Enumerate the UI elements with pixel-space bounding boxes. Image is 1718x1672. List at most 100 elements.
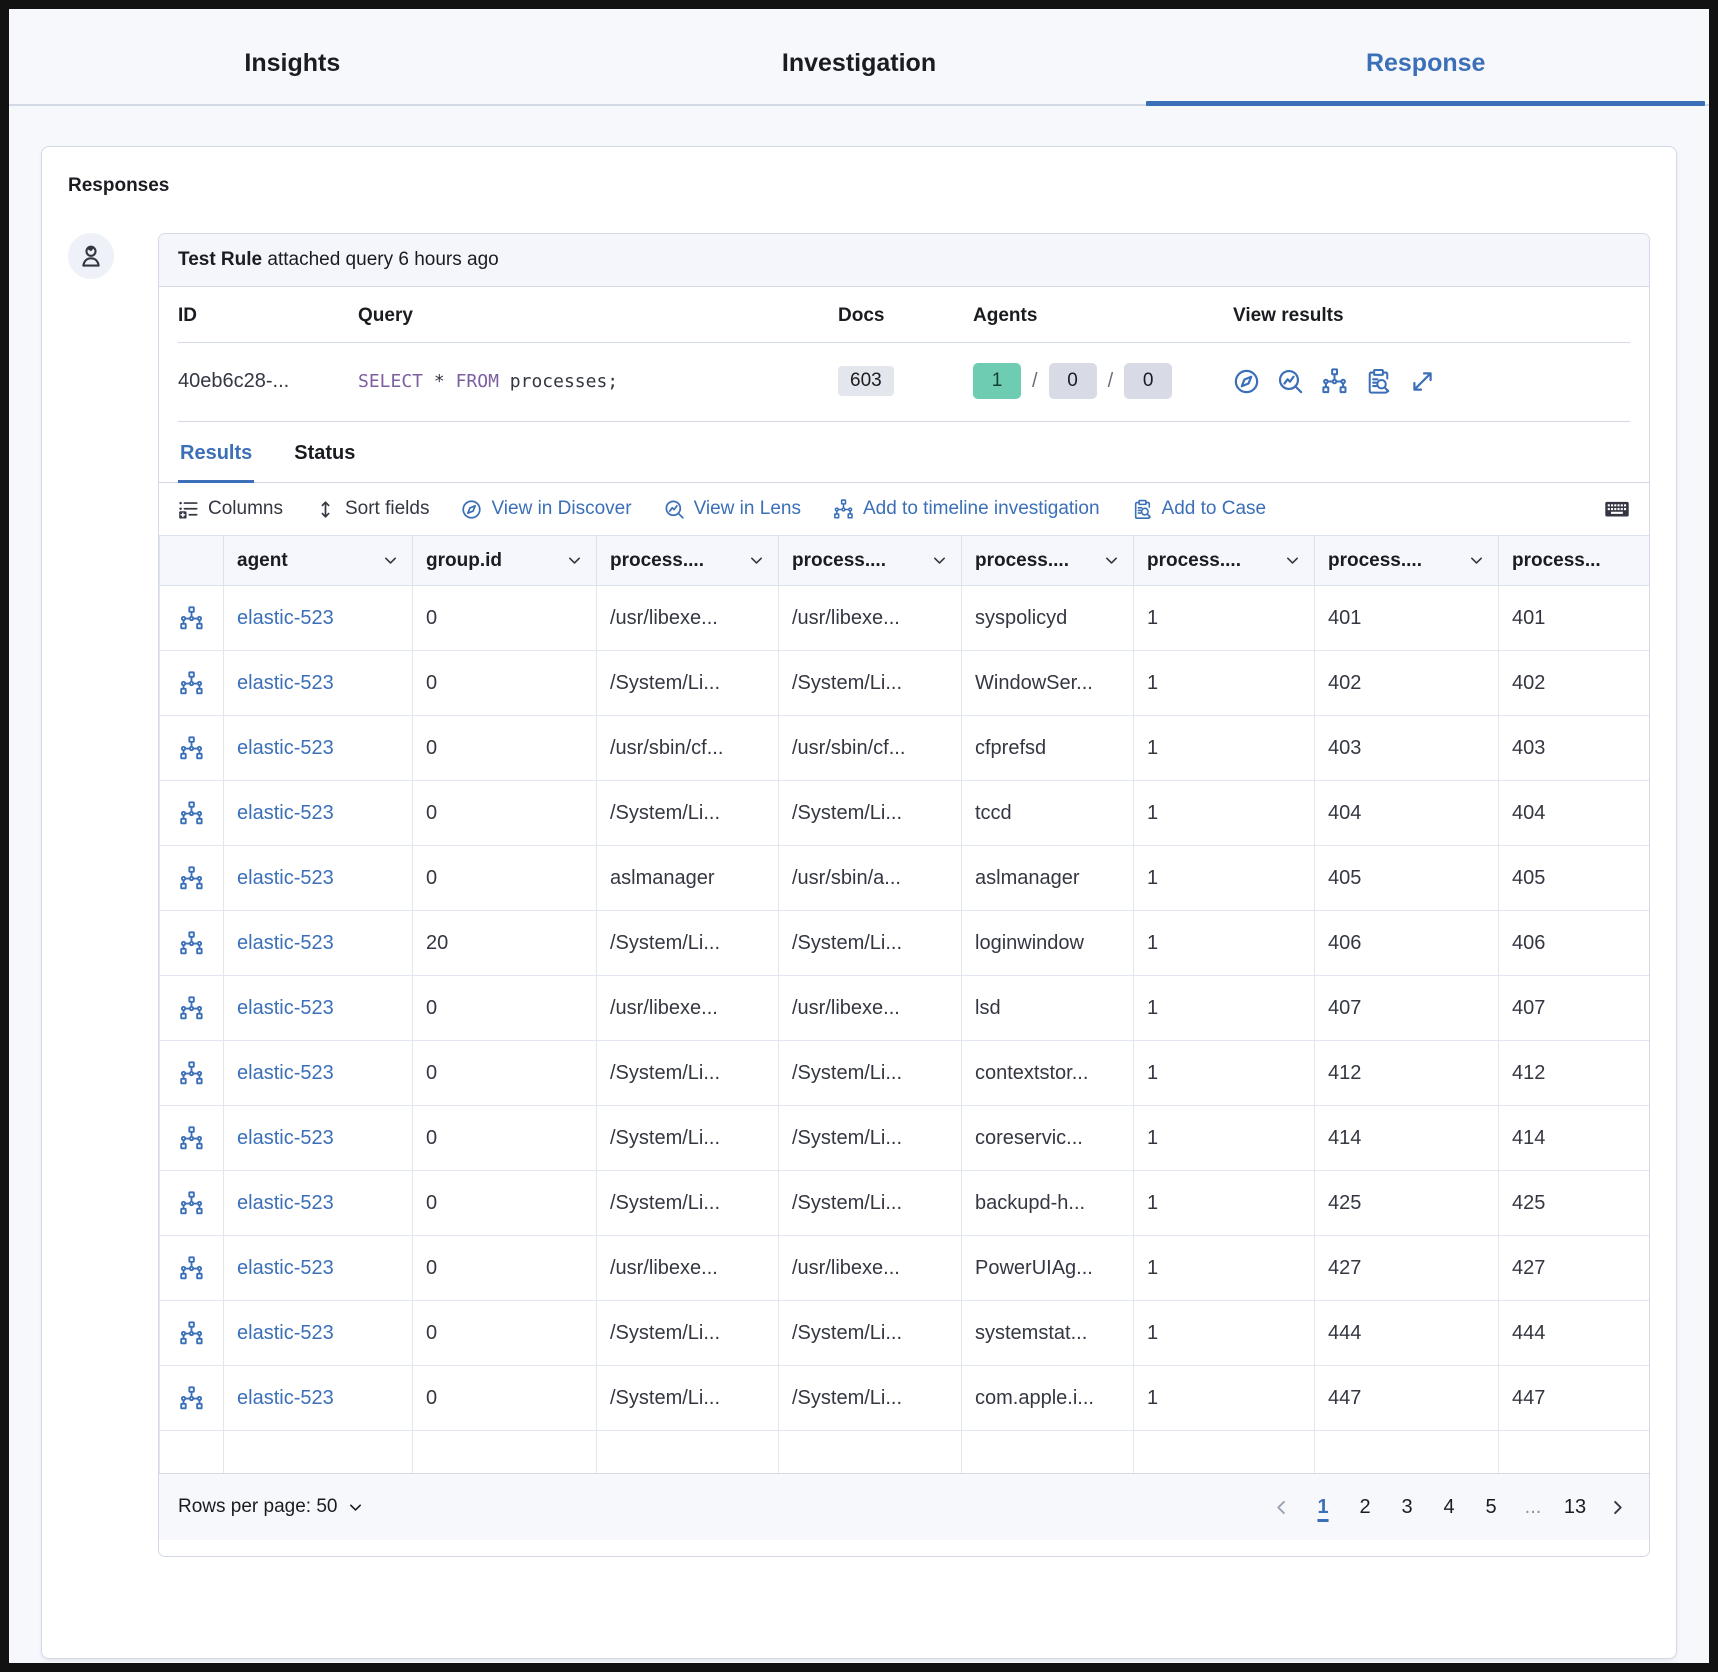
page-button-3[interactable]: 3 (1389, 1486, 1425, 1528)
open-in-timeline-cell[interactable] (160, 781, 224, 846)
agent-link[interactable]: elastic-523 (237, 997, 334, 1019)
page-button-13[interactable]: 13 (1557, 1486, 1593, 1528)
timeline-tree-icon[interactable] (179, 1256, 204, 1281)
timeline-tree-icon[interactable] (179, 866, 204, 891)
chevron-down-icon[interactable] (931, 552, 948, 569)
timeline-tree-icon[interactable] (1321, 368, 1348, 395)
cell-group-id: 0 (413, 651, 597, 716)
table-row: elastic-523 0 /System/Li... /System/Li..… (160, 1366, 1650, 1431)
table-row: elastic-523 0 /usr/sbin/cf... /usr/sbin/… (160, 716, 1650, 781)
cell-process-4: 1 (1134, 1041, 1315, 1106)
col-label-id: ID (178, 305, 358, 327)
tab-response[interactable]: Response (1142, 9, 1709, 104)
grid-header-process-4[interactable]: process.... (1134, 536, 1315, 586)
timeline-tree-icon[interactable] (179, 671, 204, 696)
grid-header-process-1[interactable]: process.... (597, 536, 779, 586)
lens-icon[interactable] (1277, 368, 1304, 395)
add-to-timeline-label: Add to timeline investigation (863, 498, 1100, 520)
agent-link[interactable]: elastic-523 (237, 1322, 334, 1344)
grid-header-process-5[interactable]: process.... (1315, 536, 1499, 586)
open-in-timeline-cell[interactable] (160, 1171, 224, 1236)
grid-header-process-6[interactable]: process... (1499, 536, 1650, 586)
chevron-down-icon[interactable] (748, 552, 765, 569)
cell-process-5: 406 (1315, 911, 1499, 976)
view-in-lens-button[interactable]: View in Lens (664, 498, 801, 520)
agent-link[interactable]: elastic-523 (237, 1192, 334, 1214)
responses-title: Responses (68, 175, 1650, 197)
chevron-down-icon[interactable] (382, 552, 399, 569)
agent-link[interactable]: elastic-523 (237, 802, 334, 824)
col-label-docs: Docs (838, 305, 973, 327)
cell-process-1: /System/Li... (597, 1171, 779, 1236)
cell-process-2: /System/Li... (779, 781, 962, 846)
timeline-tree-icon[interactable] (179, 736, 204, 761)
columns-button[interactable]: Columns (178, 498, 283, 520)
open-in-timeline-cell[interactable] (160, 716, 224, 781)
timeline-tree-icon[interactable] (179, 1126, 204, 1151)
open-in-timeline-cell[interactable] (160, 846, 224, 911)
grid-header-agent[interactable]: agent (224, 536, 413, 586)
next-page-button[interactable] (1599, 1486, 1635, 1528)
rows-per-page-button[interactable]: Rows per page: 50 (178, 1496, 364, 1518)
page-button-1[interactable]: 1 (1305, 1486, 1341, 1528)
grid-header-process-2[interactable]: process.... (779, 536, 962, 586)
open-in-timeline-cell[interactable] (160, 1106, 224, 1171)
agent-link[interactable]: elastic-523 (237, 1062, 334, 1084)
open-in-timeline-cell[interactable] (160, 1236, 224, 1301)
cell-process-5: 414 (1315, 1106, 1499, 1171)
tab-results[interactable]: Results (178, 422, 254, 482)
open-in-timeline-cell[interactable] (160, 976, 224, 1041)
previous-page-button[interactable] (1263, 1486, 1299, 1528)
chevron-down-icon[interactable] (566, 552, 583, 569)
grid-footer: Rows per page: 50 1 2 3 4 5 ... 13 (159, 1473, 1649, 1540)
add-to-case-button[interactable]: Add to Case (1132, 498, 1267, 520)
agent-link[interactable]: elastic-523 (237, 1127, 334, 1149)
grid-header-process-3[interactable]: process.... (962, 536, 1134, 586)
agent-link[interactable]: elastic-523 (237, 607, 334, 629)
keyboard-shortcuts-button[interactable] (1604, 496, 1630, 522)
timeline-tree-icon[interactable] (179, 1061, 204, 1086)
timeline-tree-icon[interactable] (179, 1386, 204, 1411)
timeline-tree-icon[interactable] (179, 801, 204, 826)
agent-link[interactable]: elastic-523 (237, 737, 334, 759)
view-in-discover-button[interactable]: View in Discover (461, 498, 631, 520)
open-in-timeline-cell[interactable] (160, 586, 224, 651)
tab-insights[interactable]: Insights (9, 9, 576, 104)
agent-link[interactable]: elastic-523 (237, 1257, 334, 1279)
tab-status[interactable]: Status (292, 422, 357, 482)
case-clipboard-search-icon (1132, 499, 1153, 520)
page-button-5[interactable]: 5 (1473, 1486, 1509, 1528)
open-in-timeline-cell[interactable] (160, 651, 224, 716)
agent-link[interactable]: elastic-523 (237, 672, 334, 694)
cell-group-id: 0 (413, 716, 597, 781)
open-in-timeline-cell[interactable] (160, 911, 224, 976)
timeline-tree-icon[interactable] (179, 1191, 204, 1216)
timeline-tree-icon[interactable] (179, 931, 204, 956)
timeline-tree-icon[interactable] (179, 996, 204, 1021)
page-button-4[interactable]: 4 (1431, 1486, 1467, 1528)
agent-link[interactable]: elastic-523 (237, 932, 334, 954)
expand-icon[interactable] (1409, 368, 1436, 395)
add-to-timeline-button[interactable]: Add to timeline investigation (833, 498, 1100, 520)
case-clipboard-search-icon[interactable] (1365, 368, 1392, 395)
agent-link[interactable]: elastic-523 (237, 1387, 334, 1409)
chevron-down-icon[interactable] (1103, 552, 1120, 569)
timeline-tree-icon[interactable] (179, 606, 204, 631)
cell-group-id: 0 (413, 1041, 597, 1106)
grid-header-group-id[interactable]: group.id (413, 536, 597, 586)
sort-fields-button[interactable]: Sort fields (315, 498, 429, 520)
cell-process-6: 401 (1499, 586, 1650, 651)
chevron-down-icon[interactable] (1284, 552, 1301, 569)
open-in-timeline-cell[interactable] (160, 1301, 224, 1366)
open-in-timeline-cell[interactable] (160, 1041, 224, 1106)
discover-compass-icon[interactable] (1233, 368, 1260, 395)
agent-link[interactable]: elastic-523 (237, 867, 334, 889)
cell-process-6: 402 (1499, 651, 1650, 716)
tab-investigation[interactable]: Investigation (576, 9, 1143, 104)
open-in-timeline-cell[interactable] (160, 1366, 224, 1431)
cell-process-1: /System/Li... (597, 781, 779, 846)
page-button-2[interactable]: 2 (1347, 1486, 1383, 1528)
chevron-down-icon[interactable] (1468, 552, 1485, 569)
timeline-tree-icon[interactable] (179, 1321, 204, 1346)
col-label-agents: Agents (973, 305, 1233, 327)
